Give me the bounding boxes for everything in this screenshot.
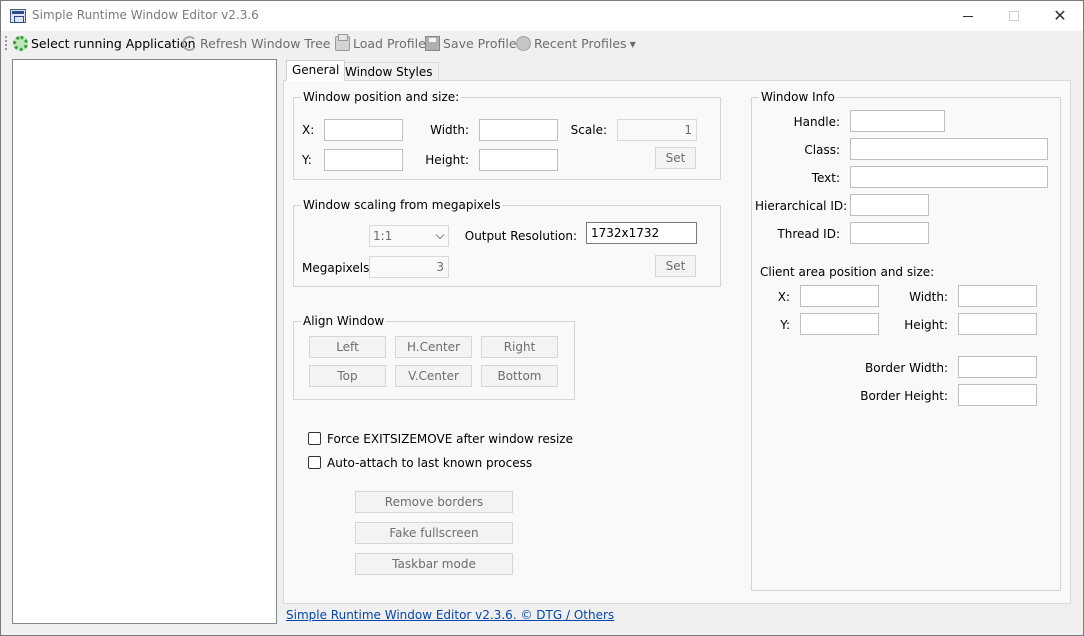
minimize-icon	[963, 16, 973, 17]
others-link[interactable]: / Others	[566, 608, 614, 622]
x-label: X:	[302, 123, 315, 137]
client-y-label: Y:	[780, 318, 790, 332]
thread-id-label: Thread ID:	[777, 227, 840, 241]
align-bottom-button[interactable]: Bottom	[481, 365, 558, 387]
client-height-label: Height:	[904, 318, 948, 332]
border-height-label: Border Height:	[860, 389, 948, 403]
refresh-icon	[182, 36, 197, 51]
dtg-link[interactable]: DTG	[536, 608, 562, 622]
save-profile-label: Save Profile	[443, 36, 517, 51]
toolbar: Select running Application Refresh Windo…	[1, 31, 1083, 56]
load-profile-button[interactable]: Load Profile	[335, 34, 426, 53]
align-top-button[interactable]: Top	[309, 365, 386, 387]
text-input[interactable]	[850, 166, 1048, 188]
tab-general[interactable]: General	[286, 60, 346, 81]
fake-fullscreen-button[interactable]: Fake fullscreen	[355, 522, 513, 544]
client-width-input[interactable]	[958, 285, 1037, 307]
class-input[interactable]	[850, 138, 1048, 160]
close-button[interactable]: ✕	[1037, 1, 1083, 31]
handle-label: Handle:	[793, 115, 840, 129]
toolbar-grip[interactable]	[5, 36, 7, 50]
border-width-input[interactable]	[958, 356, 1037, 378]
client-area-title: Client area position and size:	[760, 265, 935, 279]
megapixel-title: Window scaling from megapixels	[301, 198, 503, 212]
y-label: Y:	[302, 153, 312, 167]
chevron-down-icon: ▼	[629, 40, 636, 49]
auto-attach-checkbox[interactable]	[308, 456, 321, 469]
align-vcenter-button[interactable]: V.Center	[395, 365, 472, 387]
chevron-down-icon	[435, 230, 445, 240]
load-profile-label: Load Profile	[353, 36, 426, 51]
save-icon	[425, 36, 440, 51]
hierarchical-id-label: Hierarchical ID:	[755, 199, 848, 213]
text-label: Text:	[811, 171, 840, 185]
force-exitsizemove-label[interactable]: Force EXITSIZEMOVE after window resize	[327, 432, 573, 446]
window-tree[interactable]	[12, 59, 277, 624]
title-bar: Simple Runtime Window Editor v2.3.6 ✕	[1, 1, 1083, 31]
scale-label: Scale:	[570, 123, 607, 137]
border-width-label: Border Width:	[865, 361, 948, 375]
scale-input[interactable]: 1	[617, 119, 697, 141]
maximize-button	[991, 1, 1037, 31]
position-set-button[interactable]: Set	[655, 147, 696, 169]
select-application-label: Select running Application	[31, 36, 196, 51]
align-left-button[interactable]: Left	[309, 336, 386, 358]
aspect-ratio-value: 1:1	[373, 229, 393, 243]
refresh-label: Refresh Window Tree	[200, 36, 331, 51]
save-profile-button[interactable]: Save Profile	[425, 35, 517, 53]
megapixels-input[interactable]: 3	[369, 256, 449, 278]
taskbar-mode-button[interactable]: Taskbar mode	[355, 553, 513, 575]
align-hcenter-button[interactable]: H.Center	[395, 336, 472, 358]
minimize-button[interactable]	[945, 1, 991, 31]
copyright-symbol: ©	[520, 608, 533, 622]
folder-icon	[335, 34, 350, 51]
hierarchical-id-input[interactable]	[850, 194, 929, 216]
y-input[interactable]	[324, 149, 403, 171]
megapixel-set-button[interactable]: Set	[655, 255, 696, 277]
gear-icon	[13, 36, 28, 51]
client-width-label: Width:	[909, 290, 948, 304]
about-link[interactable]: Simple Runtime Window Editor v2.3.6. © D…	[286, 608, 614, 622]
maximize-icon	[1009, 11, 1019, 21]
recent-profiles-label: Recent Profiles	[534, 36, 627, 51]
height-label: Height:	[425, 153, 469, 167]
select-application-button[interactable]: Select running Application	[13, 35, 196, 53]
client-y-input[interactable]	[800, 313, 879, 335]
align-window-title: Align Window	[301, 314, 387, 328]
window-info-title: Window Info	[759, 90, 837, 104]
thread-id-input[interactable]	[850, 222, 929, 244]
height-input[interactable]	[479, 149, 558, 171]
align-right-button[interactable]: Right	[481, 336, 558, 358]
recent-icon	[516, 36, 531, 51]
window-title: Simple Runtime Window Editor v2.3.6	[32, 8, 259, 22]
recent-profiles-button[interactable]: Recent Profiles ▼	[516, 35, 636, 53]
force-exitsizemove-checkbox[interactable]	[308, 432, 321, 445]
client-x-input[interactable]	[800, 285, 879, 307]
auto-attach-label[interactable]: Auto-attach to last known process	[327, 456, 532, 470]
megapixels-label: Megapixels:	[302, 261, 374, 275]
border-height-input[interactable]	[958, 384, 1037, 406]
app-icon	[10, 9, 26, 23]
about-link-text: Simple Runtime Window Editor v2.3.6.	[286, 608, 517, 622]
output-resolution-input[interactable]: 1732x1732	[586, 222, 697, 244]
refresh-window-tree-button[interactable]: Refresh Window Tree	[182, 35, 330, 53]
width-input[interactable]	[479, 119, 558, 141]
remove-borders-button[interactable]: Remove borders	[355, 491, 513, 513]
output-resolution-label: Output Resolution:	[464, 229, 577, 243]
class-label: Class:	[804, 143, 840, 157]
x-input[interactable]	[324, 119, 403, 141]
position-size-title: Window position and size:	[301, 90, 462, 104]
width-label: Width:	[430, 123, 469, 137]
aspect-ratio-select[interactable]: 1:1	[369, 225, 449, 247]
handle-input[interactable]	[850, 110, 945, 132]
client-x-label: X:	[777, 290, 790, 304]
client-height-input[interactable]	[958, 313, 1037, 335]
align-window-group: Align Window	[293, 314, 575, 400]
